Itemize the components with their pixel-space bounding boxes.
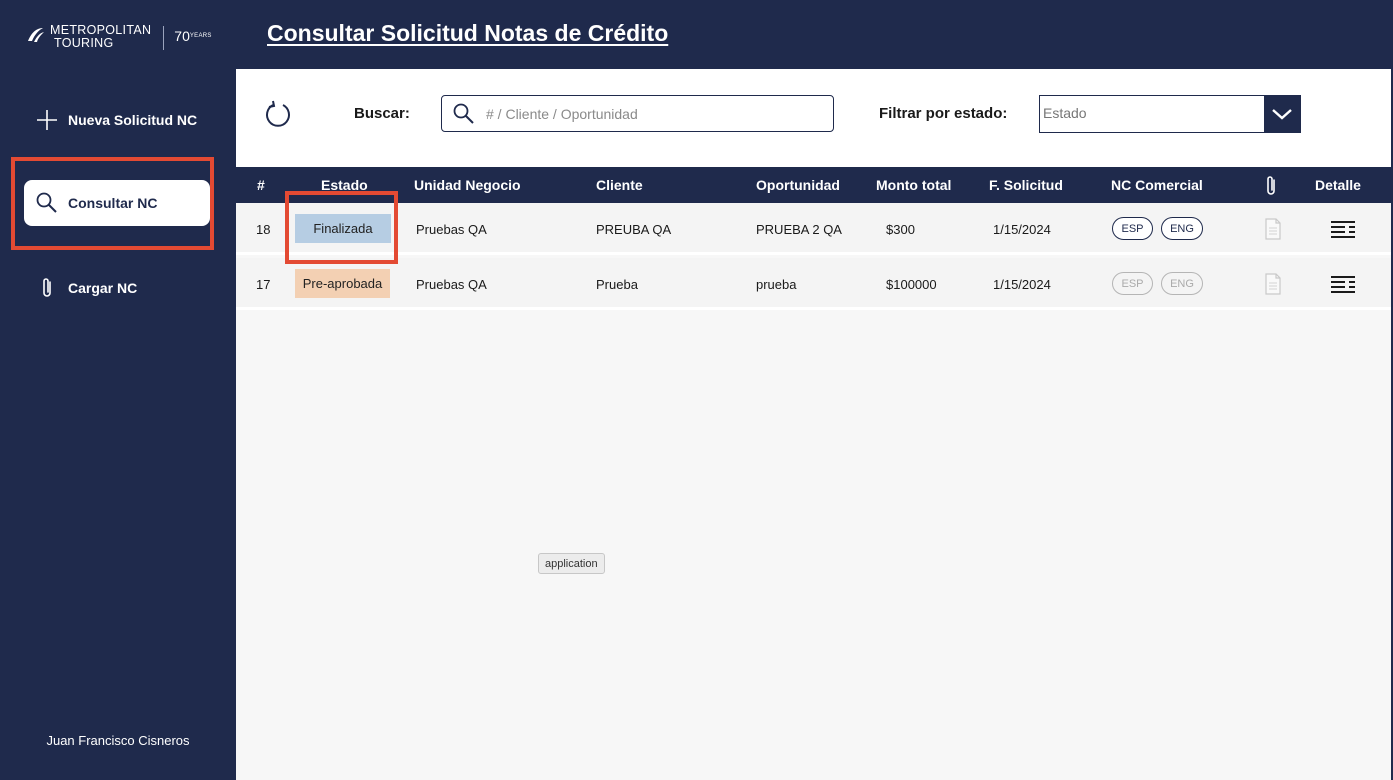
estado-select[interactable]: Estado: [1039, 95, 1301, 133]
cell-id: 18: [256, 222, 271, 237]
column-header-detalle: Detalle: [1315, 177, 1361, 193]
tooltip: application: [538, 553, 605, 574]
logo-years: 70YEARS: [174, 28, 212, 44]
metropolitan-touring-logo: METROPOLITAN TOURING 70YEARS: [26, 24, 212, 50]
user-name: Juan Francisco Cisneros: [46, 733, 190, 748]
search-icon: [453, 103, 474, 124]
results-table: # Estado Unidad Negocio Cliente Oportuni…: [236, 167, 1393, 780]
cell-oportunidad: prueba: [756, 277, 797, 292]
detail-list-icon[interactable]: [1329, 219, 1357, 241]
logo-line2: TOURING: [54, 36, 114, 50]
column-header-oportunidad: Oportunidad: [756, 177, 840, 193]
page-title: Consultar Solicitud Notas de Crédito: [267, 20, 669, 46]
sidebar-item-nueva-solicitud[interactable]: Nueva Solicitud NC: [24, 97, 210, 143]
cell-unidad: Pruebas QA: [416, 222, 487, 237]
nc-eng-button: ENG: [1161, 272, 1203, 295]
cell-cliente: PREUBA QA: [596, 222, 672, 237]
document-icon[interactable]: [1264, 218, 1282, 240]
table-row: 18 Finalizada Pruebas QA PREUBA QA PRUEB…: [236, 203, 1393, 255]
sidebar-item-cargar[interactable]: Cargar NC: [24, 265, 210, 311]
cell-cliente: Prueba: [596, 277, 638, 292]
paperclip-icon: [34, 275, 60, 301]
column-header-cliente: Cliente: [596, 177, 643, 193]
estado-dropdown-button[interactable]: [1264, 96, 1300, 132]
column-header-fecha-solicitud: F. Solicitud: [989, 177, 1063, 193]
sidebar: METROPOLITAN TOURING 70YEARS Nueva Solic…: [0, 0, 236, 780]
column-header-unidad-negocio: Unidad Negocio: [414, 177, 521, 193]
cell-id: 17: [256, 277, 271, 292]
cell-oportunidad: PRUEBA 2 QA: [756, 222, 842, 237]
paperclip-icon: [1267, 176, 1275, 195]
cell-monto: $100000: [886, 277, 937, 292]
plus-icon: [34, 107, 60, 133]
cell-fecha: 1/15/2024: [993, 277, 1051, 292]
table-row: 17 Pre-aprobada Pruebas QA Prueba prueba…: [236, 258, 1393, 310]
logo-divider: [163, 26, 165, 50]
nc-esp-button: ESP: [1112, 272, 1153, 295]
column-header-estado: Estado: [321, 177, 368, 193]
column-header-nc-comercial: NC Comercial: [1111, 177, 1203, 193]
sidebar-item-label: Consultar NC: [68, 195, 158, 211]
search-label: Buscar:: [354, 105, 410, 122]
search-input[interactable]: [486, 105, 806, 122]
document-icon[interactable]: [1264, 273, 1282, 295]
filter-label: Filtrar por estado:: [879, 105, 1008, 122]
nc-esp-button[interactable]: ESP: [1112, 217, 1153, 240]
cell-fecha: 1/15/2024: [993, 222, 1051, 237]
logo-mark-icon: [28, 28, 44, 42]
table-header: # Estado Unidad Negocio Cliente Oportuni…: [236, 167, 1393, 203]
refresh-icon[interactable]: [263, 99, 293, 129]
status-badge: Finalizada: [295, 214, 391, 243]
sidebar-item-label: Cargar NC: [68, 280, 138, 296]
detail-list-icon[interactable]: [1329, 274, 1357, 296]
cell-unidad: Pruebas QA: [416, 277, 487, 292]
page-header: Consultar Solicitud Notas de Crédito: [236, 0, 1393, 69]
nc-eng-button[interactable]: ENG: [1161, 217, 1203, 240]
column-header-monto-total: Monto total: [876, 177, 952, 193]
status-badge: Pre-aprobada: [295, 269, 390, 298]
cell-monto: $300: [886, 222, 915, 237]
sidebar-item-consultar[interactable]: Consultar NC: [24, 180, 210, 226]
search-field[interactable]: [441, 95, 834, 132]
chevron-down-icon: [1272, 109, 1292, 120]
estado-select-value: Estado: [1043, 105, 1087, 121]
search-icon: [34, 190, 60, 216]
column-header-id: #: [257, 177, 265, 193]
sidebar-item-label: Nueva Solicitud NC: [68, 112, 198, 128]
